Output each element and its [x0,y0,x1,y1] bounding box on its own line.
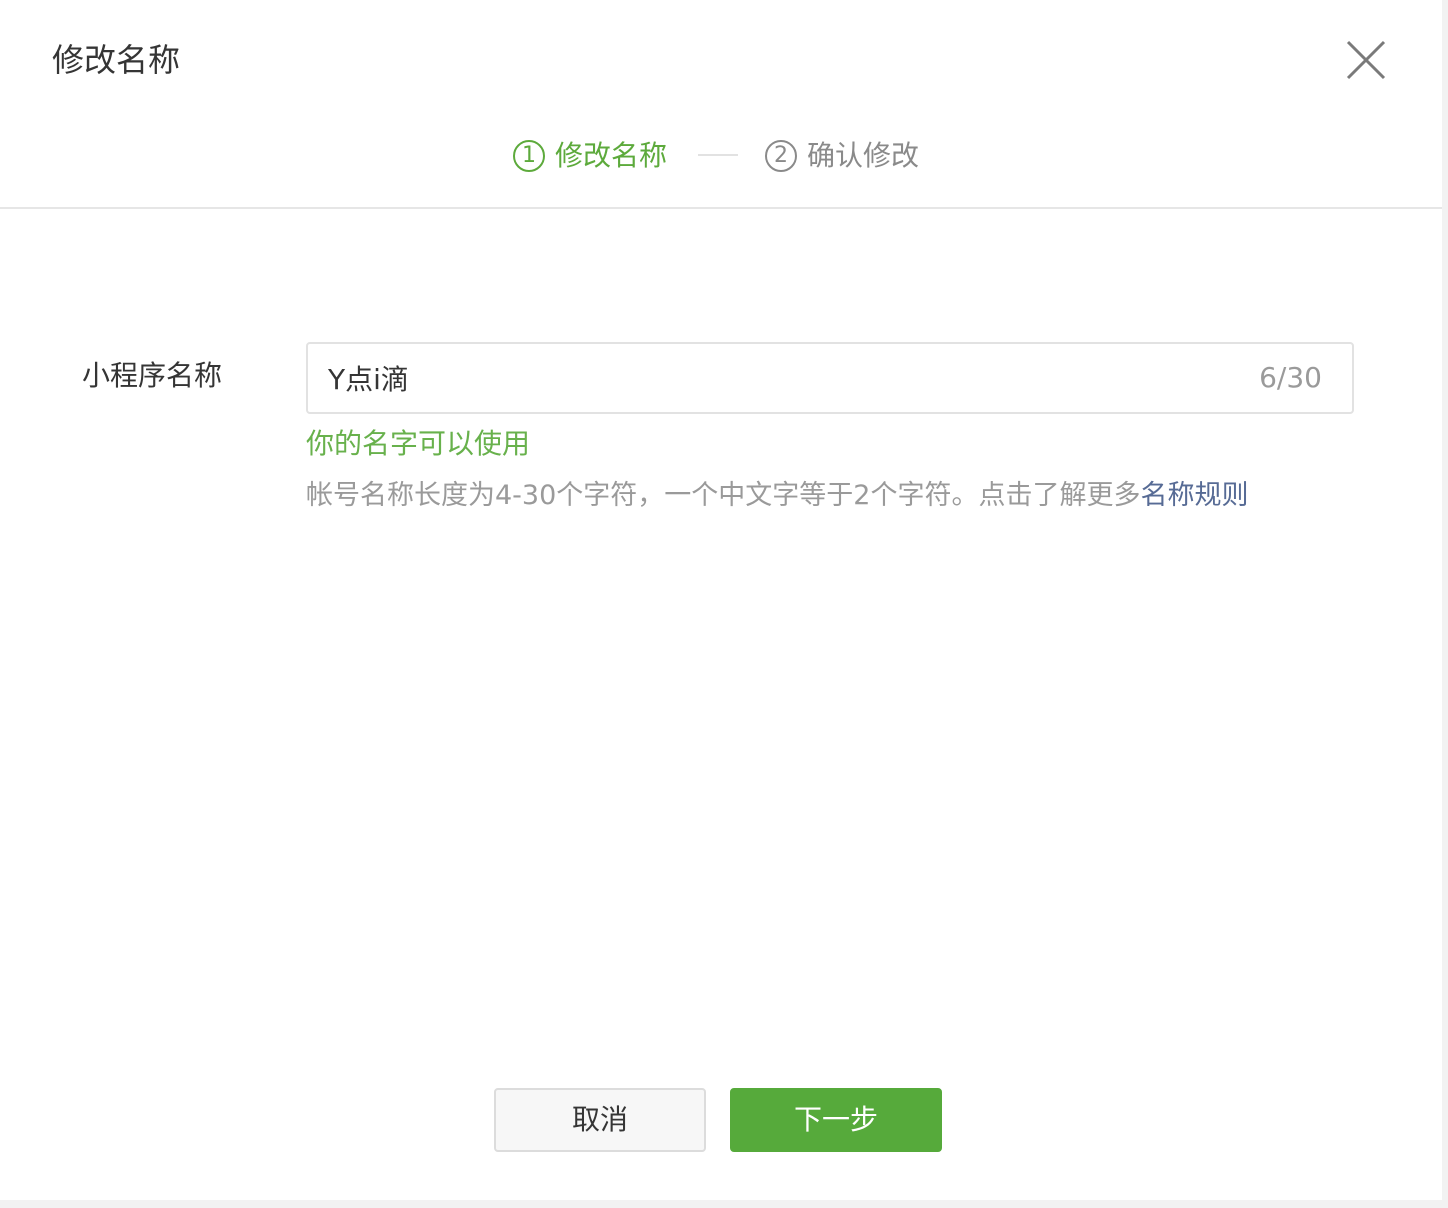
header-divider [0,207,1442,209]
cancel-button[interactable]: 取消 [494,1088,706,1152]
hint-text: 帐号名称长度为4-30个字符，一个中文字等于2个字符。点击了解更多 [306,480,1141,511]
validation-message: 你的名字可以使用 [306,427,531,460]
next-step-button[interactable]: 下一步 [730,1088,942,1152]
step-connector [698,154,738,156]
name-rules-link[interactable]: 名称规则 [1140,480,1248,511]
step-2-number: 2 [765,140,797,172]
step-1-label: 修改名称 [555,139,668,172]
rename-dialog: 修改名称 1 修改名称 2 确认修改 小程序名称 6/30 你的名字可以使用 帐… [0,0,1442,1200]
close-button[interactable] [1344,38,1388,82]
step-2-label: 确认修改 [807,139,920,172]
name-input-box[interactable]: 6/30 [306,342,1354,414]
step-2: 2 确认修改 [765,132,919,180]
close-icon [1346,40,1386,80]
name-hint: 帐号名称长度为4-30个字符，一个中文字等于2个字符。点击了解更多名称规则 [306,476,1248,516]
name-input[interactable] [328,356,1228,400]
step-1: 1 修改名称 [513,132,667,180]
field-label-name: 小程序名称 [82,359,223,392]
dialog-title: 修改名称 [52,41,181,79]
step-1-number: 1 [513,140,545,172]
char-counter: 6/30 [1259,361,1322,394]
step-indicator: 1 修改名称 2 确认修改 [0,132,1442,180]
